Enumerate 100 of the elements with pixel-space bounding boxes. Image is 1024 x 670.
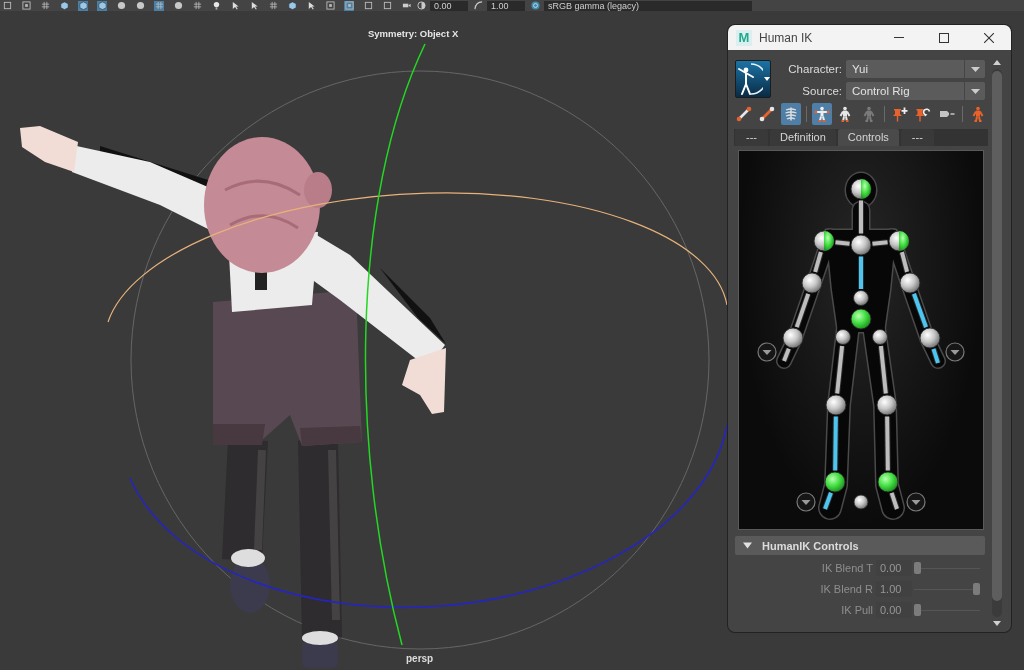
effector-node[interactable] [835,329,851,345]
pin-rotate-icon [915,106,932,122]
bone-segment[interactable] [835,239,850,247]
effector-node[interactable] [850,178,872,200]
tab[interactable]: --- [900,129,934,146]
ribcage-icon [782,106,799,122]
exposure-field[interactable]: 0.00 [430,0,468,11]
effector-node[interactable] [872,329,888,345]
caret-icon [764,77,770,81]
toolbar-button[interactable] [135,0,145,11]
pin-plus-icon [891,106,908,122]
frame-icon [21,1,31,10]
tab[interactable]: Definition [770,129,836,146]
character-dropdown[interactable]: Yui [846,60,985,78]
bone-segment[interactable] [812,251,824,273]
bone-segment[interactable] [888,491,900,510]
toolbar-button[interactable] [116,0,126,11]
toolbar-button[interactable] [173,0,183,11]
tool-button[interactable] [780,103,801,125]
effector-node[interactable] [853,494,869,510]
toolbar-button[interactable] [249,0,259,11]
toolbar-button[interactable] [192,0,202,11]
bone-segment[interactable] [834,345,846,394]
effector-node[interactable] [825,394,847,416]
square-icon [363,1,373,10]
color-space-dropdown[interactable]: sRGB gamma (legacy) [544,0,752,11]
effector-node[interactable] [899,272,921,294]
effector-node[interactable] [850,234,872,256]
bone-segment[interactable] [872,239,888,247]
caret-circle-icon[interactable] [796,492,816,512]
bone-segment[interactable] [781,347,792,363]
effector-node[interactable] [850,308,872,330]
caret-circle-icon[interactable] [945,342,965,362]
effector-node[interactable] [877,471,899,493]
window-title: Human IK [759,30,813,45]
toolbar-button[interactable] [97,0,107,11]
square-icon [2,1,12,10]
bone-segment[interactable] [884,416,891,471]
toolbar-button[interactable] [59,0,69,11]
field-label: IK Blend R [819,583,873,595]
bone-segment[interactable] [911,292,929,329]
curve-icon[interactable] [474,1,483,10]
gamma-field[interactable]: 1.00 [487,0,525,11]
field-label: IK Pull [840,604,873,616]
effector-node[interactable] [888,230,910,252]
figure-icon [814,106,831,122]
toolbar-button[interactable] [230,0,240,11]
effector-node[interactable] [824,471,846,493]
grid-icon [40,1,50,10]
toolbar-button[interactable] [78,0,88,11]
ring-icon[interactable] [531,1,540,10]
tab[interactable]: Controls [837,129,899,146]
bone-segment[interactable] [930,348,941,364]
effector-node[interactable] [876,394,898,416]
grid-icon [154,1,164,10]
toolbar-button[interactable] [268,0,278,11]
caret-circle-icon[interactable] [906,492,926,512]
close-icon [983,32,994,43]
caret-icon [970,88,980,94]
effector-node[interactable] [919,327,941,349]
effector-node[interactable] [782,327,804,349]
scroll-down-icon[interactable] [991,620,1003,628]
caret-icon [970,66,980,72]
character-menu-button[interactable] [735,60,771,98]
toolbar-button[interactable] [2,0,12,11]
toolbar-button[interactable] [287,0,297,11]
source-dropdown[interactable]: Control Rig [846,82,985,100]
bone-segment[interactable] [832,416,839,471]
caret-circle-icon[interactable] [757,342,777,362]
bone-segment[interactable] [858,200,864,234]
bone-segment[interactable] [899,251,910,273]
figure-icon [737,62,763,96]
scroll-up-icon[interactable] [991,58,1003,66]
symmetry-label: Symmetry: Object X [368,28,459,39]
toolbar-button[interactable] [154,0,164,11]
toolbar-button[interactable] [325,0,335,11]
bulb-icon [211,1,221,10]
tab[interactable]: --- [735,129,768,146]
half-circle-icon[interactable] [417,1,426,10]
bone-segment[interactable] [858,256,864,289]
bone-segment[interactable] [793,292,812,329]
toolbar-button[interactable] [211,0,221,11]
effector-node[interactable] [853,290,869,306]
bone-icon [736,106,753,122]
tool-button[interactable] [811,103,833,125]
cursor-arrow-icon [306,1,316,10]
toolbar-button[interactable] [21,0,31,11]
effector-node[interactable] [801,272,823,294]
section-header[interactable]: HumanIK Controls [735,536,985,555]
expand-triangle-icon [743,541,752,550]
toolbar-button[interactable] [363,0,373,11]
bone-segment[interactable] [877,345,889,394]
toolbar-button[interactable] [344,0,354,11]
minimize-icon [893,37,904,38]
effector-node[interactable] [813,230,835,252]
toolbar-button[interactable] [40,0,50,11]
toolbar-button[interactable] [382,0,392,11]
bone-icon [759,106,776,122]
bone-segment[interactable] [822,491,834,511]
toolbar-button[interactable] [306,0,316,11]
